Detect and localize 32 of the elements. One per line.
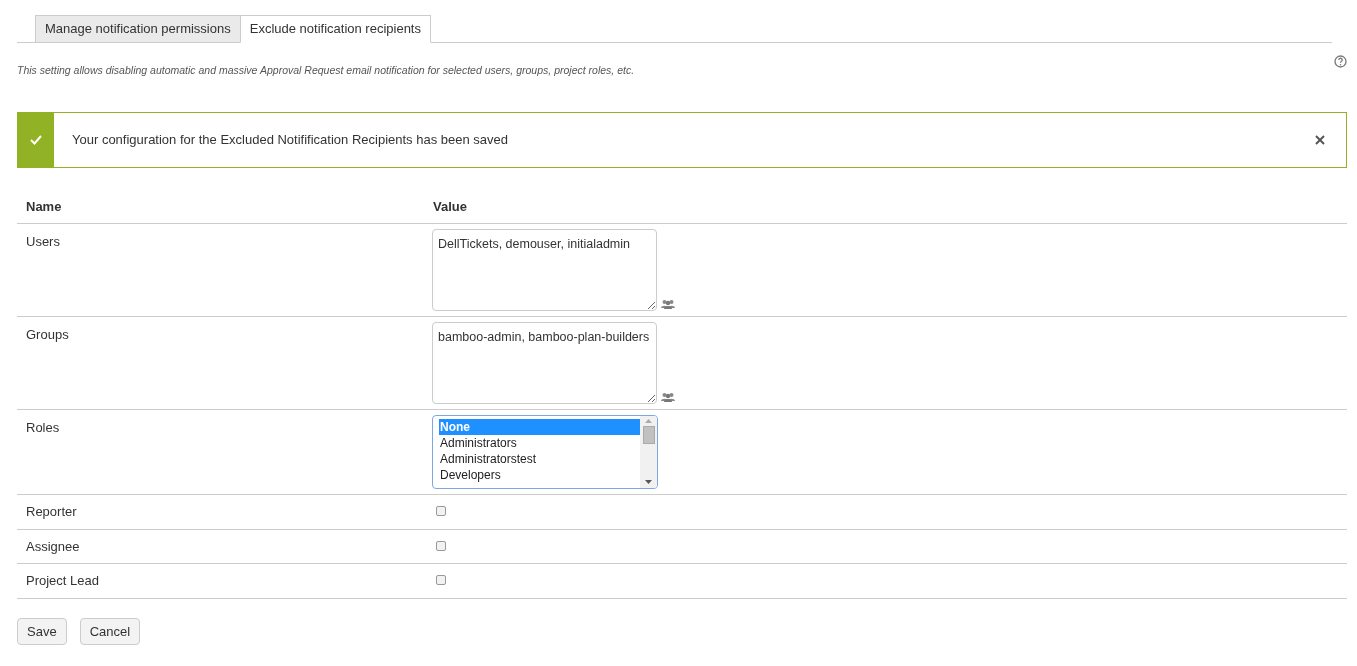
scroll-up-icon[interactable] bbox=[645, 419, 652, 424]
text-area[interactable]: bamboo-admin, bamboo-plan-builders bbox=[432, 322, 657, 405]
scrollbar[interactable] bbox=[640, 416, 657, 489]
list-option[interactable]: Administrators bbox=[439, 435, 640, 452]
close-icon[interactable] bbox=[1315, 134, 1325, 145]
text-area[interactable]: DellTickets, demouser, initialadmin bbox=[432, 229, 657, 312]
scroll-down-icon[interactable] bbox=[645, 480, 652, 485]
form-button[interactable]: Save bbox=[17, 617, 67, 645]
people-icon[interactable] bbox=[661, 392, 675, 403]
row-label: Users bbox=[26, 234, 60, 250]
tab[interactable]: Exclude notification recipients bbox=[239, 15, 431, 43]
checkbox[interactable] bbox=[436, 540, 446, 551]
column-header: Value bbox=[424, 189, 1347, 224]
row-label: Reporter bbox=[26, 504, 77, 520]
list-option[interactable]: Administratorstest bbox=[439, 451, 640, 468]
row-label: Project Lead bbox=[26, 573, 99, 589]
alert-message: Your configuration for the Excluded Notifification Recipients has been saved bbox=[72, 131, 509, 149]
description-text: This setting allows disabling automatic and massive Approval Request email notification for selected users, groups, project roles, etc. bbox=[17, 63, 635, 78]
checkbox[interactable] bbox=[436, 506, 446, 517]
checkbox[interactable] bbox=[436, 575, 446, 586]
tab[interactable]: Manage notification permissions bbox=[35, 15, 240, 43]
check-icon bbox=[30, 134, 42, 145]
row-label: Roles bbox=[26, 420, 60, 436]
roles-list[interactable]: None Administrators Administratorstest Developers bbox=[432, 415, 658, 490]
form-button[interactable]: Cancel bbox=[79, 617, 141, 645]
scrollbar-thumb[interactable] bbox=[642, 426, 655, 445]
column-header: Name bbox=[17, 189, 424, 224]
help-icon[interactable] bbox=[1334, 55, 1347, 68]
people-icon[interactable] bbox=[661, 299, 675, 310]
row-label: Groups bbox=[26, 327, 69, 343]
row-label: Assignee bbox=[26, 538, 80, 554]
list-option[interactable]: Developers bbox=[439, 467, 640, 484]
